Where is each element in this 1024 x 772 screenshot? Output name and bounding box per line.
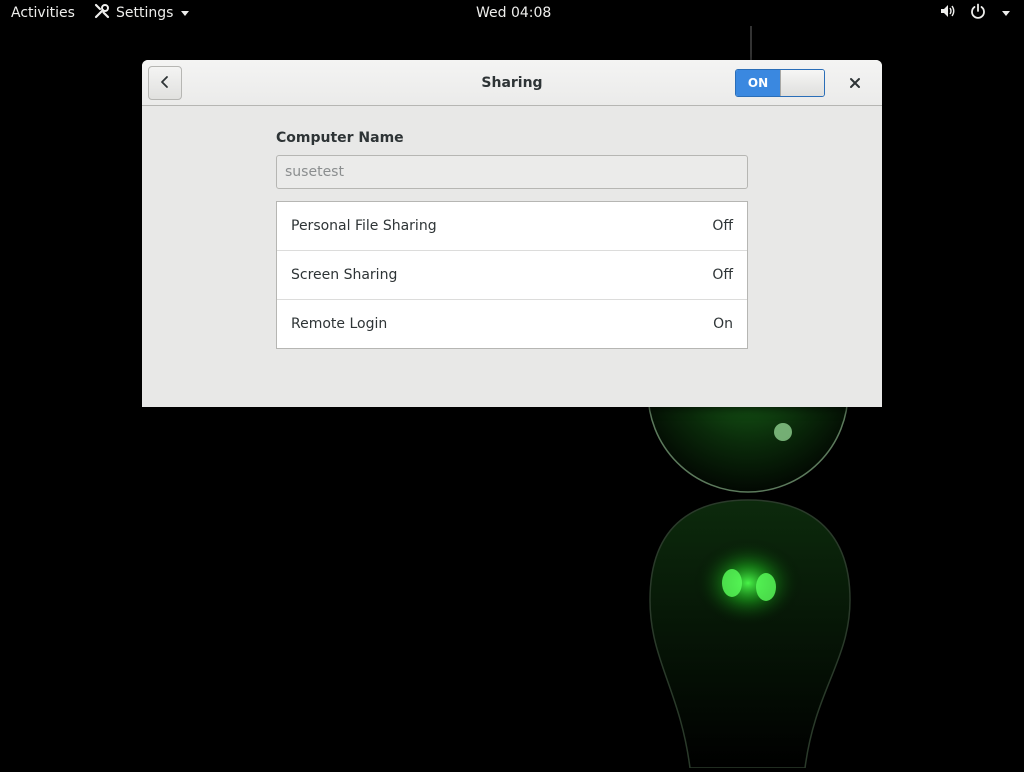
computer-name-label: Computer Name [276, 130, 404, 146]
settings-tools-icon [94, 3, 110, 23]
close-icon [849, 74, 861, 93]
clock-label: Wed 04:08 [476, 5, 552, 21]
power-icon [970, 3, 986, 23]
switch-on-label: ON [736, 70, 780, 96]
service-status: On [713, 316, 733, 332]
service-row-screen-sharing[interactable]: Screen Sharing Off [277, 251, 747, 300]
service-name: Personal File Sharing [291, 218, 437, 234]
sharing-window: Sharing ON Computer Name Personal File S… [142, 60, 882, 407]
back-arrow-icon [159, 74, 171, 93]
header-bar: Sharing ON [142, 60, 882, 106]
service-name: Remote Login [291, 316, 388, 332]
sharing-main-switch[interactable]: ON [735, 69, 825, 97]
volume-icon [940, 3, 956, 23]
sharing-services-list: Personal File Sharing Off Screen Sharing… [276, 201, 748, 349]
service-row-personal-file-sharing[interactable]: Personal File Sharing Off [277, 202, 747, 251]
activities-label: Activities [11, 5, 75, 21]
top-bar: Activities Settings Wed 04:08 [0, 0, 1024, 26]
service-name: Screen Sharing [291, 267, 398, 283]
service-status: Off [712, 267, 733, 283]
activities-button[interactable]: Activities [11, 0, 75, 26]
computer-name-field[interactable] [276, 155, 748, 189]
switch-slider[interactable] [780, 70, 824, 96]
service-status: Off [712, 218, 733, 234]
close-button[interactable] [842, 70, 868, 96]
chevron-down-icon [1002, 10, 1010, 16]
chevron-down-icon [181, 10, 190, 16]
back-button[interactable] [148, 66, 182, 100]
clock-button[interactable]: Wed 04:08 [476, 0, 551, 26]
status-menu-button[interactable] [940, 0, 1010, 26]
app-menu-label: Settings [116, 5, 174, 21]
app-menu-button[interactable]: Settings [94, 0, 190, 26]
service-row-remote-login[interactable]: Remote Login On [277, 300, 747, 348]
